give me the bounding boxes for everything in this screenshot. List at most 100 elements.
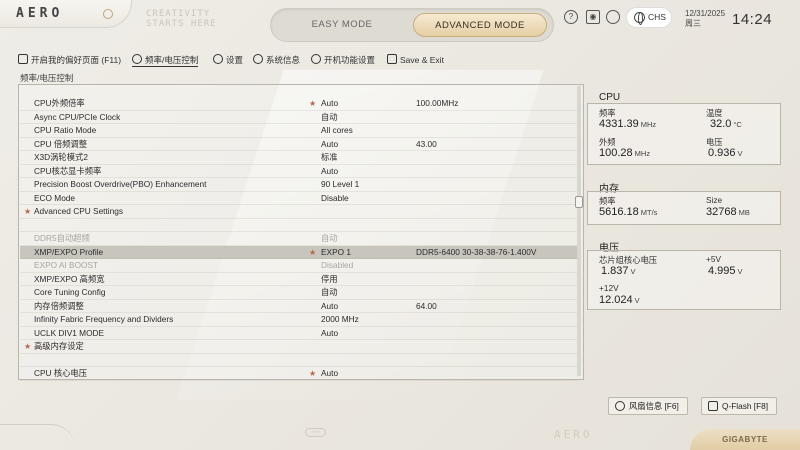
setting-row[interactable]: ★ 高级内存设定 xyxy=(20,340,577,354)
nav-boot[interactable]: 开机功能设置 xyxy=(311,53,375,67)
setting-value: 标准 xyxy=(321,152,338,162)
easy-mode-button[interactable]: EASY MODE xyxy=(275,13,409,37)
setting-row[interactable]: ★ Advanced CPU Settings xyxy=(20,205,577,219)
nav-sysinfo-label: 系统信息 xyxy=(266,55,301,65)
setting-name: Async CPU/PCIe Clock xyxy=(34,111,121,122)
setting-name: CPU外频倍率 xyxy=(34,98,85,108)
footer-left-tab xyxy=(0,424,75,450)
language-selector[interactable]: CHS xyxy=(626,7,672,28)
setting-name: UCLK DIV1 MODE xyxy=(34,327,105,338)
qflash-button[interactable]: Q-Flash [F8] xyxy=(701,397,777,415)
fan-info-label: 风扇信息 [F6] xyxy=(629,401,679,411)
nav-frequency[interactable]: 频率/电压控制 xyxy=(132,53,199,67)
qflash-label: Q-Flash [F8] xyxy=(722,401,769,411)
nav-favorites[interactable]: 开启我的偏好页面 (F11) xyxy=(18,53,121,67)
globe-icon xyxy=(634,12,645,25)
date-display: 12/31/2025 周三 xyxy=(685,9,725,29)
setting-row[interactable]: X3D涡轮模式2 标准 xyxy=(20,151,577,165)
setting-row[interactable]: Core Tuning Config 自动 xyxy=(20,286,577,300)
footer-dots: ◦◦◦ xyxy=(305,428,327,437)
setting-name: Core Tuning Config xyxy=(34,287,106,297)
nav-favorites-label: 开启我的偏好页面 (F11) xyxy=(31,55,122,65)
language-label: CHS xyxy=(648,12,666,22)
setting-value: Auto xyxy=(321,368,339,378)
setting-value: 90 Level 1 xyxy=(321,179,360,189)
mem-size-label: Size xyxy=(706,195,723,205)
weekday-text: 周三 xyxy=(685,19,701,28)
setting-value: 自动 xyxy=(321,287,338,297)
setting-row[interactable]: Async CPU/PCIe Clock 自动 xyxy=(20,111,577,124)
cpu-info-box: 频率 4331.39 MHz 温度 32.0 °C 外频 100.28 MHz 电压 … xyxy=(587,103,781,165)
fan-icon xyxy=(615,401,625,411)
setting-current: 64.00 xyxy=(416,300,437,311)
setting-name: CPU核芯显卡频率 xyxy=(34,165,102,176)
chipset-volt-value: 1.837 V xyxy=(601,265,636,277)
setting-value: 自动 xyxy=(321,111,338,122)
top-bar: AERO CREATIVITY STARTS HERE EASY MODE AD… xyxy=(0,0,800,45)
search-icon[interactable] xyxy=(606,10,620,24)
setting-row[interactable] xyxy=(20,354,577,367)
setting-value: Auto xyxy=(321,327,339,338)
help-icon[interactable]: ? xyxy=(564,10,578,24)
setting-name: 内存倍频调整 xyxy=(34,300,84,311)
nav-settings[interactable]: 设置 xyxy=(213,53,243,67)
nav-save-exit-label: Save & Exit xyxy=(400,55,444,65)
setting-current: DDR5-6400 30-38-38-76-1.400V xyxy=(416,246,537,257)
setting-name: X3D涡轮模式2 xyxy=(34,152,88,162)
setting-current: 43.00 xyxy=(416,138,437,149)
setting-row[interactable]: CPU 倍频调整 Auto 43.00 xyxy=(20,138,577,151)
setting-row[interactable]: Infinity Fabric Frequency and Dividers 20… xyxy=(20,313,577,327)
setting-name: XMP/EXPO 高频宽 xyxy=(34,273,105,284)
p5v-label: +5V xyxy=(706,254,721,264)
setting-row[interactable]: XMP/EXPO Profile ★ EXPO 1 DDR5-6400 30-38-3… xyxy=(20,245,577,259)
chip-icon xyxy=(708,401,718,411)
setting-row[interactable]: XMP/EXPO 高频宽 停用 xyxy=(20,273,577,286)
nav-save-exit[interactable]: Save & Exit xyxy=(387,53,444,67)
advanced-mode-button[interactable]: ADVANCED MODE xyxy=(413,13,547,37)
cpu-freq-value: 4331.39 MHz xyxy=(599,118,657,130)
p5v-value: 4.995 V xyxy=(708,265,743,277)
setting-row[interactable]: CPU外频倍率 ★ Auto 100.00MHz xyxy=(20,97,577,111)
p12v-value: 12.024 V xyxy=(599,294,640,306)
mode-switch: EASY MODE ADVANCED MODE xyxy=(270,8,554,42)
setting-row[interactable]: EXPO AI BOOST Disabled xyxy=(20,259,577,273)
nav-frequency-label: 频率/电压控制 xyxy=(145,55,199,65)
footer: ◦◦◦ AERO GIGABYTE xyxy=(0,424,800,450)
info-icon xyxy=(253,54,263,64)
setting-row[interactable]: CPU Ratio Mode All cores xyxy=(20,124,577,138)
cpu-volt-value: 0.936 V xyxy=(708,147,743,159)
mem-freq-value: 5616.18 MT/s xyxy=(599,206,658,218)
cpu-temp-value: 32.0 °C xyxy=(710,118,742,130)
setting-current: 100.00MHz xyxy=(416,98,459,108)
setting-value: Auto xyxy=(321,98,339,108)
favorite-star-icon: ★ xyxy=(309,99,317,108)
setting-row[interactable]: ECO Mode Disable xyxy=(20,192,577,205)
scrollbar[interactable] xyxy=(575,86,583,376)
setting-value: All cores xyxy=(321,125,353,135)
fan-info-button[interactable]: 风扇信息 [F6] xyxy=(608,397,688,415)
nav-settings-label: 设置 xyxy=(226,55,244,65)
setting-row[interactable]: 内存倍频调整 Auto 64.00 xyxy=(20,300,577,313)
breadcrumb: 频率/电压控制 xyxy=(20,73,74,83)
cpu-info-title: CPU xyxy=(599,92,621,103)
setting-name: Advanced CPU Settings xyxy=(34,206,124,216)
nav-sysinfo[interactable]: 系统信息 xyxy=(253,53,300,67)
camera-icon[interactable]: ◉ xyxy=(586,10,600,24)
setting-value: Disabled xyxy=(321,260,354,270)
power-icon xyxy=(311,54,321,64)
setting-row[interactable] xyxy=(20,219,577,232)
favorite-star-icon: ★ xyxy=(309,247,317,257)
setting-name: ECO Mode xyxy=(34,192,76,203)
nav-boot-label: 开机功能设置 xyxy=(324,55,376,65)
exit-icon xyxy=(387,54,397,64)
setting-row[interactable]: DDR5自动超频 自动 xyxy=(20,232,577,246)
setting-row[interactable]: CPU核芯显卡频率 Auto xyxy=(20,165,577,178)
scrollbar-thumb[interactable] xyxy=(575,196,583,208)
setting-value: EXPO 1 xyxy=(321,246,351,257)
cpu-bclk-value: 100.28 MHz xyxy=(599,147,651,159)
setting-row[interactable]: CPU 核心电压 ★ Auto xyxy=(20,367,577,381)
setting-row[interactable]: UCLK DIV1 MODE Auto xyxy=(20,327,577,340)
tagline: CREATIVITY STARTS HERE xyxy=(146,9,217,29)
setting-row[interactable]: Precision Boost Overdrive(PBO) Enhanceme… xyxy=(20,178,577,192)
setting-name: XMP/EXPO Profile xyxy=(34,246,104,257)
